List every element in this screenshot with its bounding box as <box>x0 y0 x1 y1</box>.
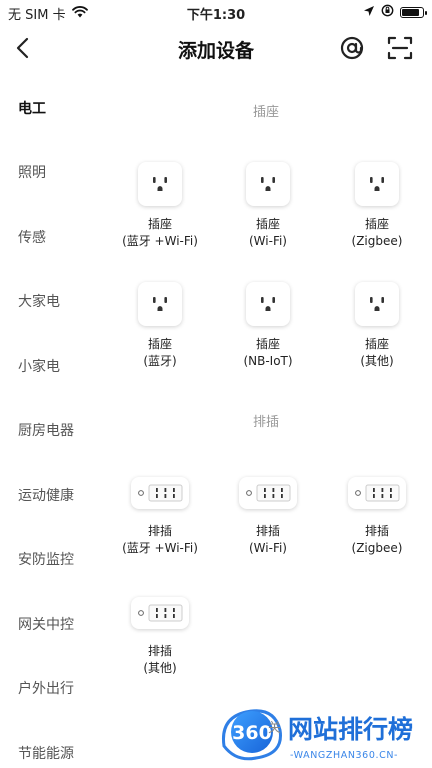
watermark: 360 关 网站排行榜 -WANGZHAN360.CN- <box>218 702 432 768</box>
power-strip-icon <box>131 477 189 509</box>
watermark-logo: 360 关 网站排行榜 -WANGZHAN360.CN- <box>221 709 413 761</box>
sidebar-item-sensor[interactable]: 传感 <box>18 227 46 247</box>
chevron-left-icon <box>16 37 29 59</box>
device-name: 排插 <box>255 524 280 538</box>
scan-icon <box>387 36 413 60</box>
device-protocol: (Wi-Fi) <box>249 541 287 555</box>
device-name: 插座 <box>255 337 280 351</box>
device-protocol: (Zigbee) <box>351 234 403 248</box>
device-socket-zigbee[interactable]: 插座 (Zigbee) <box>327 162 427 250</box>
device-name: 插座 <box>147 337 172 351</box>
device-socket-wifi[interactable]: 插座 (Wi-Fi) <box>218 162 318 250</box>
wall-socket-icon <box>138 282 182 326</box>
location-arrow-icon <box>363 5 375 21</box>
wall-socket-icon <box>246 162 290 206</box>
device-socket-ble[interactable]: 插座 (蓝牙) <box>110 282 210 370</box>
sidebar-item-energy[interactable]: 节能能源 <box>18 743 74 763</box>
sidebar-item-lighting[interactable]: 照明 <box>18 162 46 182</box>
device-socket-nbiot[interactable]: 插座 (NB-IoT) <box>218 282 318 370</box>
wall-socket-icon <box>355 282 399 326</box>
device-name: 排插 <box>147 644 172 658</box>
sidebar-item-gateway[interactable]: 网关中控 <box>18 614 74 634</box>
battery-icon <box>400 7 427 18</box>
device-protocol: (蓝牙) <box>143 354 177 368</box>
power-strip-icon <box>239 477 297 509</box>
sidebar-item-electrical[interactable]: 电工 <box>18 98 46 118</box>
sidebar-item-fitness[interactable]: 运动健康 <box>18 485 74 505</box>
watermark-url-text: -WANGZHAN360.CN- <box>290 750 398 761</box>
wall-socket-icon <box>138 162 182 206</box>
device-strip-other[interactable]: 排插 (其他) <box>110 597 210 677</box>
at-sign-icon <box>340 36 364 60</box>
device-protocol: (NB-IoT) <box>243 354 293 368</box>
section-title-power-strip: 排插 <box>252 415 279 430</box>
watermark-brand-text: 网站排行榜 <box>288 715 413 744</box>
device-name: 插座 <box>364 217 389 231</box>
sidebar-item-security[interactable]: 安防监控 <box>18 549 74 569</box>
back-button[interactable] <box>10 34 38 62</box>
device-strip-ble-wifi[interactable]: 排插 (蓝牙 +Wi-Fi) <box>110 477 210 557</box>
device-name: 插座 <box>255 217 280 231</box>
wall-socket-icon <box>246 282 290 326</box>
battery-level <box>402 9 419 16</box>
status-right <box>363 4 427 21</box>
wall-socket-icon <box>355 162 399 206</box>
device-protocol: (其他) <box>143 661 177 675</box>
rotation-lock-icon <box>381 4 394 21</box>
power-strip-icon <box>348 477 406 509</box>
device-strip-wifi[interactable]: 排插 (Wi-Fi) <box>218 477 318 557</box>
device-protocol: (其他) <box>360 354 394 368</box>
nav-bar: 添加设备 <box>0 24 432 72</box>
device-name: 插座 <box>364 337 389 351</box>
device-socket-ble-wifi[interactable]: 插座 (蓝牙 +Wi-Fi) <box>110 162 210 250</box>
device-name: 排插 <box>364 524 389 538</box>
device-protocol: (蓝牙 +Wi-Fi) <box>122 541 198 555</box>
power-strip-icon <box>131 597 189 629</box>
category-sidebar: 电工 照明 传感 大家电 小家电 厨房电器 运动健康 安防监控 网关中控 户外出… <box>0 72 100 768</box>
sidebar-item-large-appliance[interactable]: 大家电 <box>18 291 60 311</box>
scan-button[interactable] <box>386 34 414 62</box>
sidebar-item-kitchen[interactable]: 厨房电器 <box>18 420 74 440</box>
sidebar-item-outdoor[interactable]: 户外出行 <box>18 678 74 698</box>
device-name: 排插 <box>147 524 172 538</box>
device-protocol: (Wi-Fi) <box>249 234 287 248</box>
device-socket-other[interactable]: 插座 (其他) <box>327 282 427 370</box>
status-bar: 无 SIM 卡 下午1:30 <box>0 0 432 24</box>
device-protocol: (Zigbee) <box>351 541 403 555</box>
section-title-socket: 插座 <box>252 105 279 120</box>
watermark-partial-text: 关 <box>268 721 281 736</box>
at-button[interactable] <box>338 34 366 62</box>
device-content: 插座 插座 (蓝牙 +Wi-Fi) 插座 (Wi-Fi) 插座 (Zigbee) <box>100 72 432 768</box>
sidebar-item-small-appliance[interactable]: 小家电 <box>18 356 60 376</box>
watermark-badge-text: 360 <box>232 722 272 744</box>
page-title: 添加设备 <box>177 40 254 62</box>
device-name: 插座 <box>147 217 172 231</box>
device-protocol: (蓝牙 +Wi-Fi) <box>122 234 198 248</box>
device-strip-zigbee[interactable]: 排插 (Zigbee) <box>327 477 427 557</box>
